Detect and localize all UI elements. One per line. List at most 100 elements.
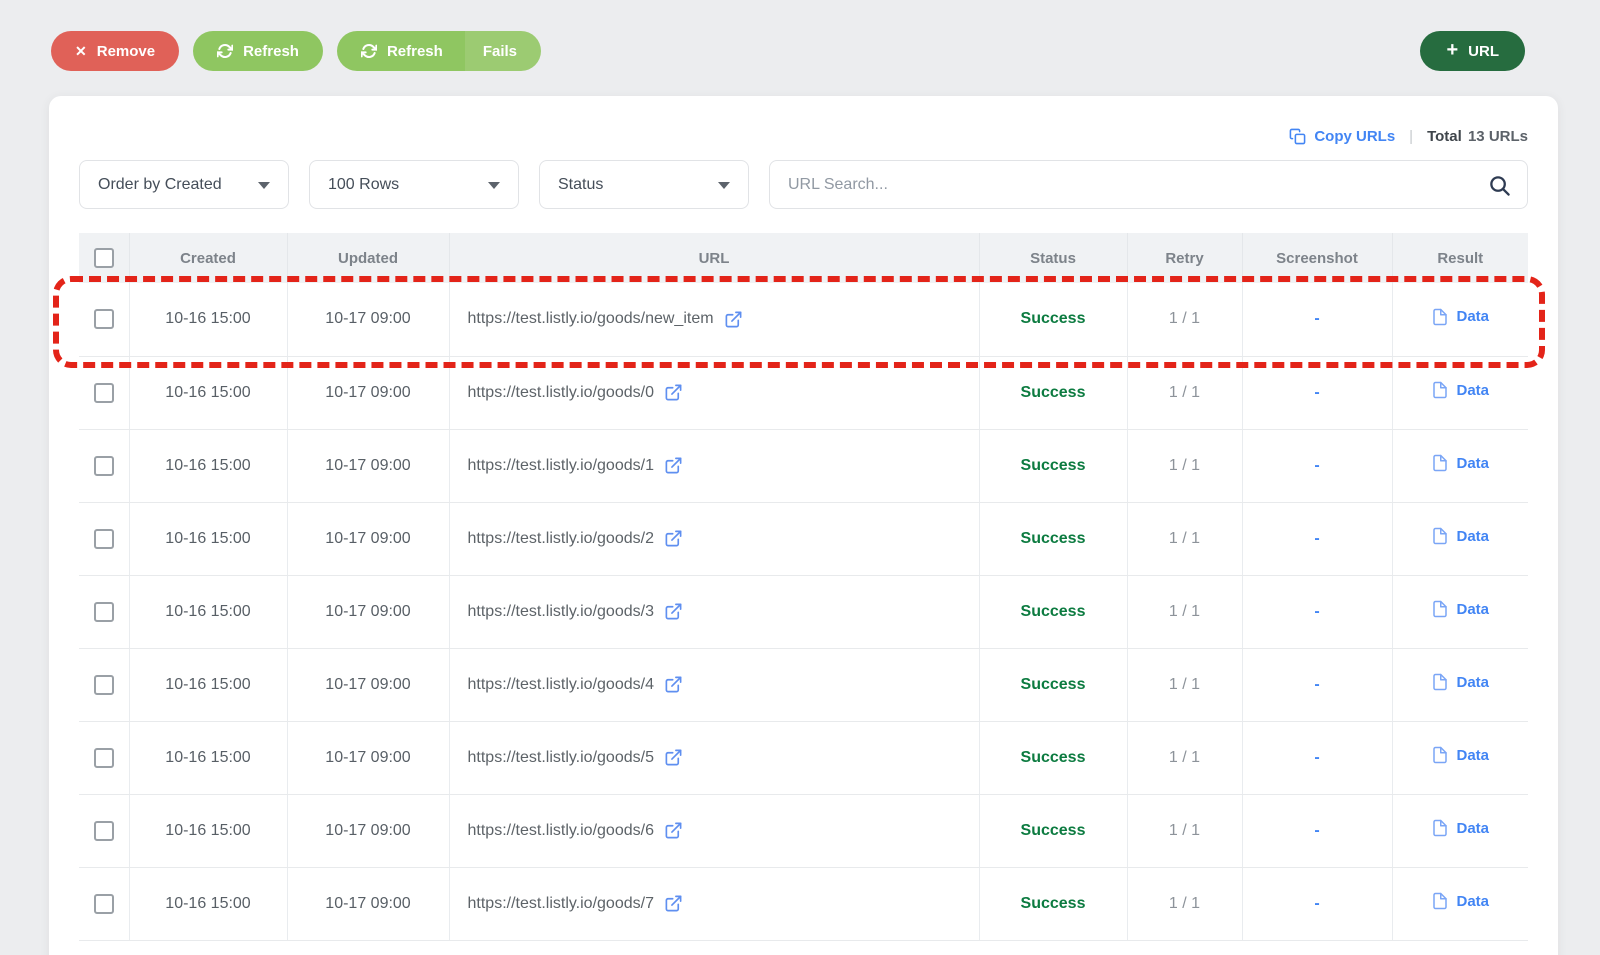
- data-result-link[interactable]: Data: [1431, 381, 1489, 399]
- row-checkbox[interactable]: [93, 601, 114, 622]
- external-link-icon[interactable]: [664, 675, 683, 694]
- refresh-button[interactable]: Refresh: [193, 31, 323, 71]
- data-result-label: Data: [1456, 308, 1489, 326]
- cell-url: https://test.listly.io/goods/0: [467, 383, 654, 401]
- data-result-link[interactable]: Data: [1431, 673, 1489, 691]
- cell-updated: 10-17 09:00: [287, 867, 450, 941]
- search-icon[interactable]: [1488, 174, 1511, 197]
- header-screenshot: Screenshot: [1242, 233, 1393, 283]
- header-status: Status: [979, 233, 1128, 283]
- cell-created: 10-16 15:00: [129, 721, 288, 795]
- rows-per-page-value: 100 Rows: [328, 175, 400, 193]
- url-search-box: [769, 160, 1528, 209]
- refresh-icon: [217, 43, 234, 59]
- cell-url: https://test.listly.io/goods/6: [467, 821, 654, 839]
- external-link-icon[interactable]: [664, 529, 683, 548]
- data-result-link[interactable]: Data: [1431, 819, 1489, 837]
- table-row: 10-16 15:00 10-17 09:00 https://test.lis…: [79, 867, 1528, 941]
- data-result-link[interactable]: Data: [1431, 308, 1489, 326]
- external-link-icon[interactable]: [664, 894, 683, 913]
- cell-status: Success: [979, 575, 1128, 649]
- rows-per-page-select[interactable]: 100 Rows: [309, 160, 519, 209]
- cell-url: https://test.listly.io/goods/3: [467, 602, 654, 620]
- external-link-icon[interactable]: [664, 456, 683, 475]
- add-url-button[interactable]: + URL: [1420, 31, 1525, 71]
- cell-screenshot: -: [1242, 575, 1393, 649]
- cell-retry: 1 / 1: [1127, 575, 1243, 649]
- cell-updated: 10-17 09:00: [287, 283, 450, 357]
- table-row: 10-16 15:00 10-17 09:00 https://test.lis…: [79, 502, 1528, 576]
- refresh-fails-refresh-label: Refresh: [386, 42, 443, 60]
- select-all-checkbox[interactable]: [93, 248, 114, 268]
- row-checkbox[interactable]: [93, 382, 114, 403]
- cell-updated: 10-17 09:00: [287, 356, 450, 430]
- total-count: 13 URLs: [1467, 127, 1528, 145]
- row-checkbox[interactable]: [93, 820, 114, 841]
- external-link-icon[interactable]: [664, 602, 683, 621]
- table-row: 10-16 15:00 10-17 09:00 https://test.lis…: [79, 283, 1528, 357]
- data-result-label: Data: [1456, 746, 1489, 764]
- refresh-icon: [360, 43, 377, 59]
- cell-updated: 10-17 09:00: [287, 429, 450, 503]
- data-result-label: Data: [1456, 819, 1489, 837]
- cell-url: https://test.listly.io/goods/1: [467, 456, 654, 474]
- cell-created: 10-16 15:00: [129, 867, 288, 941]
- refresh-fails-fails-button[interactable]: Fails: [464, 31, 541, 71]
- row-checkbox[interactable]: [93, 747, 114, 768]
- cell-url: https://test.listly.io/goods/7: [467, 894, 654, 912]
- cell-retry: 1 / 1: [1127, 502, 1243, 576]
- status-filter-value: Status: [558, 175, 604, 193]
- cell-created: 10-16 15:00: [129, 502, 288, 576]
- external-link-icon[interactable]: [664, 821, 683, 840]
- cell-url: https://test.listly.io/goods/4: [467, 675, 654, 693]
- header-created: Created: [129, 233, 288, 283]
- cell-created: 10-16 15:00: [129, 356, 288, 430]
- cell-screenshot: -: [1242, 283, 1393, 357]
- status-filter-select[interactable]: Status: [539, 160, 749, 209]
- data-result-link[interactable]: Data: [1431, 600, 1489, 618]
- data-result-label: Data: [1456, 454, 1489, 472]
- cell-retry: 1 / 1: [1127, 356, 1243, 430]
- cell-retry: 1 / 1: [1127, 648, 1243, 722]
- toolbar: ✕ Remove Refresh Refresh Fails + URL: [51, 31, 1525, 71]
- plus-icon: +: [1446, 39, 1459, 61]
- cell-created: 10-16 15:00: [129, 283, 288, 357]
- refresh-button-label: Refresh: [243, 42, 299, 60]
- copy-icon: [1289, 128, 1306, 145]
- external-link-icon[interactable]: [664, 748, 683, 767]
- refresh-fails-refresh-button[interactable]: Refresh: [336, 31, 465, 71]
- remove-button[interactable]: ✕ Remove: [51, 31, 180, 71]
- table-row: 10-16 15:00 10-17 09:00 https://test.lis…: [79, 356, 1528, 430]
- url-list-card: Copy URLs | Total 13 URLs Order by Creat…: [49, 96, 1558, 955]
- row-checkbox[interactable]: [93, 674, 114, 695]
- cell-updated: 10-17 09:00: [287, 502, 450, 576]
- summary-separator: |: [1409, 127, 1414, 145]
- row-checkbox[interactable]: [93, 309, 114, 330]
- row-checkbox[interactable]: [93, 893, 114, 914]
- data-result-label: Data: [1456, 527, 1489, 545]
- data-result-link[interactable]: Data: [1431, 892, 1489, 910]
- data-result-link[interactable]: Data: [1431, 527, 1489, 545]
- url-search-input[interactable]: [788, 175, 1475, 194]
- cell-status: Success: [979, 429, 1128, 503]
- cell-created: 10-16 15:00: [129, 648, 288, 722]
- cell-screenshot: -: [1242, 867, 1393, 941]
- cell-screenshot: -: [1242, 356, 1393, 430]
- external-link-icon[interactable]: [664, 383, 683, 402]
- copy-urls-link[interactable]: Copy URLs: [1289, 128, 1395, 145]
- row-checkbox[interactable]: [93, 528, 114, 549]
- table-body: 10-16 15:00 10-17 09:00 https://test.lis…: [79, 283, 1528, 941]
- table-header-row: Created Updated URL Status Retry Screens…: [79, 233, 1528, 283]
- cell-url: https://test.listly.io/goods/5: [467, 748, 654, 766]
- cell-retry: 1 / 1: [1127, 794, 1243, 868]
- order-by-select[interactable]: Order by Created: [79, 160, 289, 209]
- cell-updated: 10-17 09:00: [287, 575, 450, 649]
- external-link-icon[interactable]: [724, 310, 743, 329]
- data-result-link[interactable]: Data: [1431, 746, 1489, 764]
- cell-updated: 10-17 09:00: [287, 648, 450, 722]
- table-row: 10-16 15:00 10-17 09:00 https://test.lis…: [79, 721, 1528, 795]
- cell-status: Success: [979, 283, 1128, 357]
- row-checkbox[interactable]: [93, 455, 114, 476]
- cell-retry: 1 / 1: [1127, 429, 1243, 503]
- data-result-link[interactable]: Data: [1431, 454, 1489, 472]
